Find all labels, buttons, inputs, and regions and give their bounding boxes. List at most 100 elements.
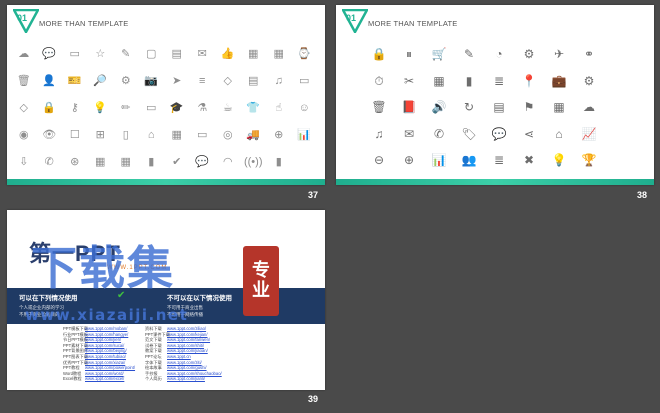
slide-thumbnail-39[interactable]: 第一PPT WWW.1PPT.COM 可以在下列情况使用 个人或企业内部的学习 … bbox=[7, 210, 325, 390]
icon-glyph: 📊 bbox=[431, 153, 447, 168]
link-url[interactable]: www.1ppt.com/hangye/ bbox=[85, 332, 128, 337]
icon-glyph: ▦ bbox=[273, 48, 284, 60]
link-url[interactable]: www.1ppt.com/fanwen/ bbox=[167, 337, 210, 342]
icon-glyph: ✂ bbox=[403, 73, 415, 88]
slide-badge-number: 01 bbox=[17, 13, 28, 23]
icon-glyph: ☁ bbox=[18, 48, 30, 60]
icon-glyph: 🗑 bbox=[16, 75, 31, 87]
icon-glyph: 🏆 bbox=[581, 153, 597, 168]
slide-badge-number: 01 bbox=[346, 13, 357, 23]
icon-glyph bbox=[604, 41, 634, 68]
icon-glyph: 💡 bbox=[551, 153, 567, 168]
icon-glyph: ◇ bbox=[223, 75, 232, 87]
link-url[interactable]: www.1ppt.com/word/ bbox=[85, 371, 124, 376]
icon-glyph: ⚭ bbox=[583, 47, 595, 62]
icon-glyph: ◎ bbox=[222, 129, 233, 141]
link-url[interactable]: www.1ppt.com/tubiao/ bbox=[85, 354, 126, 359]
icon-glyph: ≣ bbox=[493, 153, 505, 168]
icon-glyph: ✆ bbox=[44, 156, 54, 168]
icon-glyph: ≣ bbox=[493, 73, 505, 88]
link-url[interactable]: www.1ppt.com/beijing/ bbox=[85, 348, 127, 353]
link-url[interactable]: www.1ppt.com/moban/ bbox=[85, 326, 127, 331]
link-url[interactable]: www.1ppt.com/gushi/ bbox=[167, 365, 207, 370]
icon-glyph: ▮ bbox=[148, 156, 155, 168]
icon-glyph: ✎ bbox=[121, 48, 131, 60]
icon-glyph: ▦ bbox=[95, 156, 106, 168]
icon-glyph: ⋖ bbox=[523, 126, 535, 141]
icon-glyph: 📕 bbox=[401, 100, 417, 115]
icon-glyph: ♫ bbox=[274, 75, 283, 87]
icon-glyph: ✔ bbox=[172, 156, 182, 168]
icon-glyph: ▭ bbox=[69, 48, 80, 60]
icon-grid: 🔒 ⏸ 🛒 ✎ ◔ ⚙ ✈ ⚭ ⏱ ✂ ▦ ▮ ≣ 📍 💼 ⚙ 🗑 📕 🔊 ↻ ▤ ⚑ ▦ ☁ ♫ ✉ ✆ 🏷 💬 ⋖ ⌂ 📈 ⊖ ⊕ 📊 👥 ≣ ✖ 💡 🏆 bbox=[364, 41, 634, 174]
icon-glyph: ☐ bbox=[69, 129, 80, 141]
icon-glyph: ☆ bbox=[95, 48, 106, 60]
link-url[interactable]: www.1ppt.com/excel/ bbox=[85, 376, 124, 381]
icon-glyph: ⊛ bbox=[70, 156, 80, 168]
link-list-left: PPT模板下载www.1ppt.com/moban/行业PPT模板www.1pp… bbox=[63, 326, 135, 382]
icon-glyph: 💬 bbox=[42, 48, 57, 60]
icon-glyph: 🔎 bbox=[93, 75, 108, 87]
link-url[interactable]: www.1ppt.com/jieri/ bbox=[85, 337, 121, 342]
icon-glyph: 💡 bbox=[93, 102, 108, 114]
icon-glyph: ▦ bbox=[433, 73, 445, 88]
icon-glyph: 💼 bbox=[551, 73, 567, 88]
icon-glyph: ☺ bbox=[298, 102, 310, 114]
icon-glyph: ◠ bbox=[222, 156, 233, 168]
icon-glyph: ⏸ bbox=[405, 47, 412, 62]
icon-glyph: ⚷ bbox=[70, 102, 79, 114]
icon-glyph: ▦ bbox=[553, 100, 565, 115]
slide-title: MORE THAN TEMPLATE bbox=[39, 19, 129, 28]
link-list-right: 资料下载 www.1ppt.com/ziliao/PPT课件下载www.1ppt.… bbox=[145, 326, 222, 382]
icon-glyph: 👍 bbox=[220, 48, 235, 60]
icon-glyph: ⚙ bbox=[523, 47, 535, 62]
forbidden-heading: 不可以在以下情况使用 bbox=[167, 295, 232, 302]
icon-glyph: ▤ bbox=[171, 48, 182, 60]
link-url[interactable]: www.1ppt.com/ziliao/ bbox=[167, 326, 206, 331]
slide-title: MORE THAN TEMPLATE bbox=[368, 19, 458, 28]
icon-glyph: ≡ bbox=[199, 75, 206, 87]
icon-glyph bbox=[604, 121, 634, 148]
link-url[interactable]: www.1ppt.com/jiaoan/ bbox=[167, 348, 208, 353]
link-url[interactable]: www.1ppt.com/powerpoint/ bbox=[85, 365, 135, 370]
slide-thumbnail-37[interactable]: 01 MORE THAN TEMPLATE ☁ 💬 ▭ ☆ ✎ ▢ ▤ ✉ 👍 ▦ ▦ ⌚ 🗑 👤 🎫 🔎 ⚙ 📷… bbox=[7, 5, 325, 185]
link-label: 个人简历 bbox=[145, 376, 162, 382]
footer-bar bbox=[336, 179, 654, 185]
icon-glyph: ⚗ bbox=[197, 102, 208, 114]
icon-glyph: 🗑 bbox=[371, 100, 387, 115]
link-label: Excel教程 bbox=[63, 376, 82, 382]
link-url[interactable]: www.1ppt.com/xiazai/ bbox=[85, 360, 125, 365]
icon-glyph bbox=[604, 94, 634, 121]
link-url[interactable]: www.1ppt.cn bbox=[167, 354, 191, 359]
link-url[interactable]: www.1ppt.com/kejian/ bbox=[167, 332, 208, 337]
icon-glyph: ▭ bbox=[146, 102, 157, 114]
icon-glyph: ▤ bbox=[248, 75, 259, 87]
icon-glyph: ▮ bbox=[275, 156, 282, 168]
icon-glyph bbox=[604, 147, 634, 174]
icon-glyph: 🏷 bbox=[461, 126, 477, 141]
slide-thumbnail-38[interactable]: 01 MORE THAN TEMPLATE 🔒 ⏸ 🛒 ✎ ◔ ⚙ ✈ ⚭ ⏱ ✂ ▦ ▮ ≣ 📍 💼 ⚙ 🗑 📕… bbox=[336, 5, 654, 185]
icon-glyph: ⌚ bbox=[297, 48, 312, 60]
icon-glyph: 💬 bbox=[195, 156, 210, 168]
icon-glyph: ▭ bbox=[197, 129, 208, 141]
icon-glyph: ☕ bbox=[222, 102, 233, 114]
icon-glyph: ✈ bbox=[553, 47, 565, 62]
icon-glyph: ▢ bbox=[146, 48, 157, 60]
icon-glyph: ⌂ bbox=[555, 126, 563, 141]
watermark-text: 下载集 bbox=[31, 241, 175, 295]
link-url[interactable]: www.1ppt.com/ziti/ bbox=[167, 360, 202, 365]
watermark-stamp: 专 业 bbox=[243, 246, 279, 316]
icon-glyph: ▤ bbox=[493, 100, 505, 115]
icon-glyph: 🔒 bbox=[371, 47, 387, 62]
icon-glyph: 👥 bbox=[461, 153, 477, 168]
icon-glyph: 👕 bbox=[246, 102, 261, 114]
icon-glyph: ⊕ bbox=[274, 129, 284, 141]
slide-number: 37 bbox=[308, 190, 319, 200]
icon-glyph: ⊞ bbox=[95, 129, 105, 141]
icon-glyph: ♫ bbox=[374, 126, 384, 141]
icon-glyph: 🚚 bbox=[246, 129, 261, 141]
icon-glyph: ⇩ bbox=[19, 156, 29, 168]
link-url[interactable]: www.1ppt.com/jianli/ bbox=[167, 376, 205, 381]
link-url[interactable]: www.1ppt.com/shouchaobao/ bbox=[167, 371, 222, 376]
icon-glyph: ⚙ bbox=[120, 75, 131, 87]
